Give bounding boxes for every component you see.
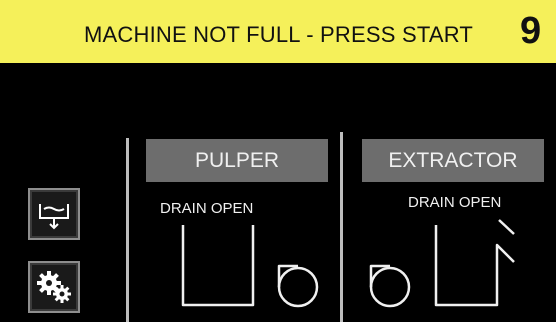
pulper-pump-icon [277, 264, 319, 308]
extractor-lid-shape [498, 219, 515, 235]
extractor-tank-shape [434, 225, 515, 307]
extractor-pump-icon [369, 264, 411, 308]
equipment-diagram [181, 219, 515, 308]
pulper-tank-shape [181, 225, 255, 307]
